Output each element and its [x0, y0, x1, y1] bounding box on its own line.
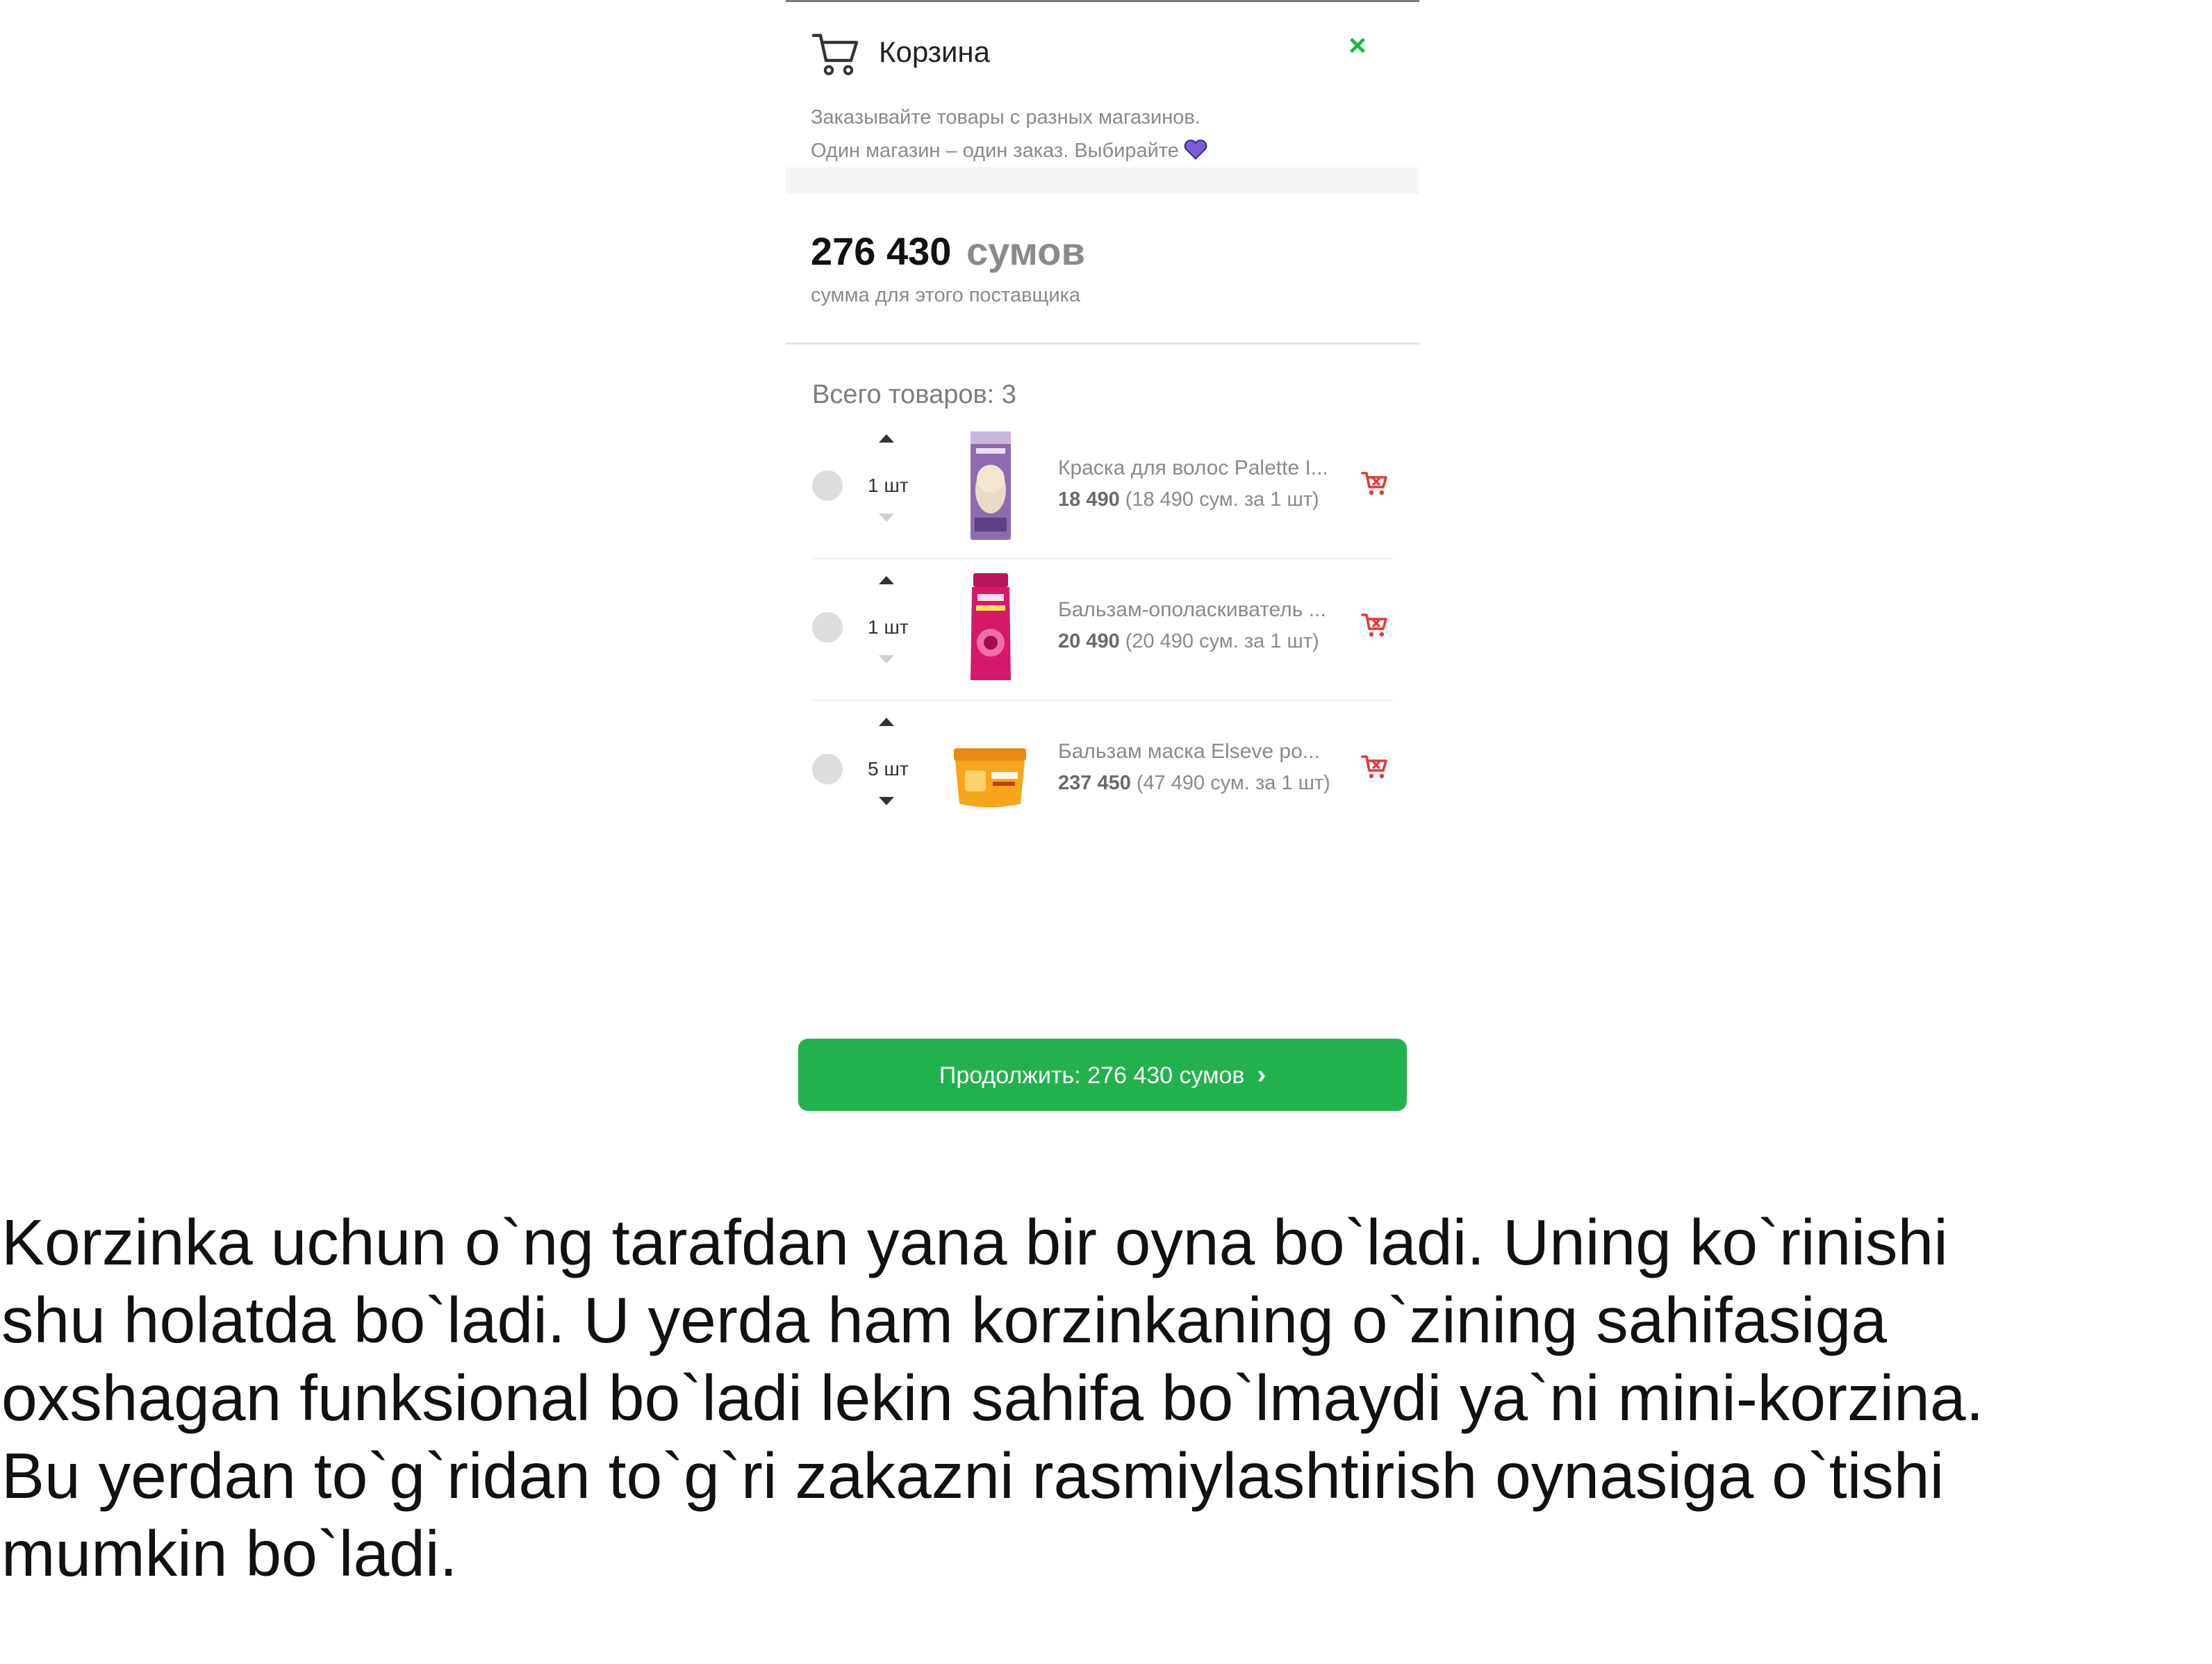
item-price: 20 490 (20 490 сум. за 1 шт)	[1058, 630, 1319, 653]
item-name[interactable]: Бальзам маска Elseve ро...	[1058, 740, 1357, 764]
item-quantity: 5 шт	[868, 758, 909, 780]
items-count: Всего товаров: 3	[812, 380, 1016, 409]
item-price-unit: (47 490 сум. за 1 шт)	[1136, 772, 1330, 794]
arrow-down-icon[interactable]	[879, 513, 894, 522]
hint-line-2-text: Один магазин – один заказ. Выбирайте	[811, 140, 1179, 162]
remove-from-cart-icon[interactable]	[1361, 611, 1389, 639]
caption-line-3: oxshagan funksional bo`ladi lekin sahifa…	[1, 1362, 1984, 1434]
caption-line-1: Korzinka uchun o`ng tarafdan yana bir oy…	[1, 1206, 1948, 1278]
item-select-radio[interactable]	[812, 612, 843, 643]
product-image	[971, 431, 1011, 540]
close-icon[interactable]: ×	[1340, 28, 1375, 63]
product-image	[971, 573, 1011, 680]
remove-from-cart-icon[interactable]	[1361, 469, 1389, 497]
divider-band	[786, 167, 1419, 194]
hint-line-1: Заказывайте товары с разных магазинов.	[811, 106, 1200, 129]
item-name[interactable]: Бальзам-ополаскиватель ...	[1058, 598, 1357, 622]
arrow-down-icon[interactable]	[879, 797, 894, 805]
item-price-total: 20 490	[1058, 630, 1120, 652]
cart-header: Корзина ×	[811, 28, 1394, 77]
arrow-down-icon[interactable]	[879, 655, 894, 664]
total-note: сумма для этого поставщика	[811, 284, 1081, 306]
arrow-up-icon[interactable]	[879, 576, 894, 584]
item-price-total: 237 450	[1058, 772, 1131, 794]
item-price-unit: (20 490 сум. за 1 шт)	[1125, 630, 1319, 652]
item-select-radio[interactable]	[812, 470, 843, 501]
product-image	[954, 748, 1026, 807]
mini-cart-panel: Корзина × Заказывайте товары с разных ма…	[786, 0, 1419, 1111]
item-select-radio[interactable]	[812, 754, 843, 784]
description-caption: Korzinka uchun o`ng tarafdan yana bir oy…	[1, 1203, 2204, 1592]
caption-line-5: mumkin bo`ladi.	[1, 1517, 458, 1590]
caption-line-4: Bu yerdan to`g`ridan to`g`ri zakazni ras…	[1, 1440, 1945, 1512]
heart-icon	[1184, 139, 1207, 160]
checkout-button[interactable]: Продолжить: 276 430 сумов ›	[798, 1039, 1407, 1111]
arrow-up-icon[interactable]	[879, 434, 894, 443]
item-name[interactable]: Краска для волос Palette I...	[1058, 456, 1357, 480]
arrow-up-icon[interactable]	[879, 718, 894, 726]
item-price: 237 450 (47 490 сум. за 1 шт)	[1058, 772, 1330, 795]
cart-total: 276 430 сумов	[811, 229, 1085, 274]
remove-from-cart-icon[interactable]	[1361, 752, 1389, 780]
divider	[786, 343, 1419, 345]
item-price: 18 490 (18 490 сум. за 1 шт)	[1058, 488, 1319, 511]
cart-item: 5 шт Бальзам маска Elseve ро... 237 450(…	[812, 700, 1393, 841]
total-amount: 276 430	[811, 229, 952, 273]
chevron-right-icon: ›	[1257, 1060, 1266, 1089]
cart-item: 1 шт Краска для волос Palette I... 18 49…	[812, 416, 1393, 559]
item-quantity: 1 шт	[868, 475, 909, 496]
caption-line-2: shu holatda bo`ladi. U yerda ham korzink…	[1, 1284, 1888, 1356]
cart-hint: Заказывайте товары с разных магазинов. О…	[811, 101, 1208, 167]
cart-icon	[811, 33, 859, 76]
checkout-label: Продолжить: 276 430 сумов	[939, 1062, 1245, 1089]
hint-line-2: Один магазин – один заказ. Выбирайте	[811, 134, 1208, 167]
total-currency: сумов	[966, 229, 1085, 273]
item-quantity: 1 шт	[868, 616, 909, 638]
item-price-total: 18 490	[1058, 488, 1120, 511]
cart-title: Корзина	[879, 35, 990, 68]
cart-item: 1 шт Бальзам-ополаскиватель ... 20 490 (2…	[812, 558, 1393, 701]
item-price-unit: (18 490 сум. за 1 шт)	[1125, 488, 1319, 511]
